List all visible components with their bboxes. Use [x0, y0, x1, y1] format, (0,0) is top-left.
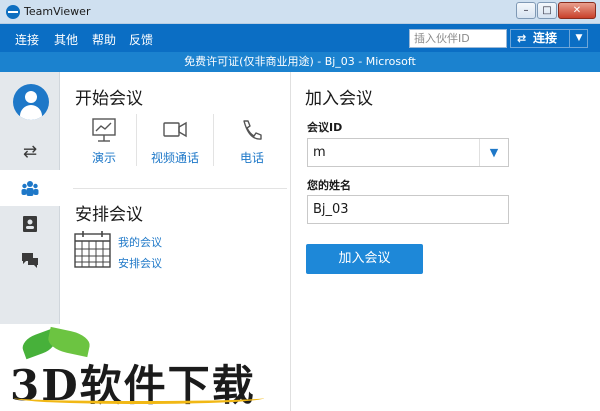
menu-connect[interactable]: 连接 — [15, 31, 39, 48]
contacts-icon[interactable] — [0, 206, 60, 242]
connect-button[interactable]: ⇄ 连接 ▼ — [510, 29, 588, 48]
phone-button[interactable]: 电话 — [221, 117, 283, 166]
schedule-meeting-title: 安排会议 — [75, 205, 143, 225]
minimize-button[interactable]: – — [516, 2, 536, 19]
meeting-icon[interactable] — [0, 170, 60, 206]
presentation-button[interactable]: 演示 — [73, 117, 135, 166]
connect-arrows-icon: ⇄ — [517, 32, 527, 45]
video-camera-icon — [163, 121, 187, 138]
divider — [213, 114, 214, 166]
meeting-id-input[interactable]: m ▼ — [307, 138, 509, 167]
menu-help[interactable]: 帮助 — [92, 31, 116, 48]
join-meeting-title: 加入会议 — [305, 89, 373, 109]
my-meetings-link[interactable]: 我的会议 — [118, 234, 162, 250]
video-call-label: 视频通话 — [150, 151, 199, 165]
license-banner: 免费许可证(仅非商业用途) - Bj_03 - Microsoft — [0, 52, 600, 72]
menu-other[interactable]: 其他 — [54, 31, 78, 48]
maximize-button[interactable]: □ — [537, 2, 557, 19]
window-title: TeamViewer — [24, 5, 91, 18]
your-name-input[interactable]: Bj_03 — [307, 195, 509, 224]
meeting-id-label: 会议ID — [307, 121, 343, 134]
chat-icon[interactable] — [0, 242, 60, 278]
connect-button-label: 连接 — [533, 31, 558, 45]
watermark-arc — [14, 392, 264, 404]
partner-id-input[interactable]: 插入伙伴ID — [409, 29, 507, 48]
phone-label: 电话 — [239, 151, 264, 165]
join-meeting-panel: 加入会议 会议ID m ▼ 您的姓名 Bj_03 加入会议 — [290, 72, 600, 411]
presentation-label: 演示 — [91, 151, 116, 165]
calendar-icon — [74, 231, 111, 268]
title-bar: TeamViewer – □ ✕ — [0, 0, 600, 24]
start-meeting-title: 开始会议 — [75, 89, 143, 109]
chevron-down-icon[interactable]: ▼ — [569, 30, 588, 47]
remote-control-icon[interactable]: ⇄ — [0, 134, 60, 170]
divider — [136, 114, 137, 166]
chat-bubbles-icon — [22, 253, 38, 268]
presentation-icon — [92, 118, 116, 142]
avatar[interactable] — [13, 84, 49, 120]
address-book-icon — [23, 216, 37, 232]
your-name-value: Bj_03 — [313, 202, 349, 217]
teamviewer-logo-icon — [6, 5, 20, 19]
join-meeting-button[interactable]: 加入会议 — [306, 244, 423, 274]
your-name-label: 您的姓名 — [307, 179, 351, 192]
meeting-people-icon — [21, 181, 39, 196]
phone-icon — [243, 120, 262, 140]
chevron-down-icon[interactable]: ▼ — [479, 139, 508, 166]
menu-feedback[interactable]: 反馈 — [129, 31, 153, 48]
section-divider — [73, 188, 287, 189]
meeting-id-value: m — [313, 145, 326, 160]
schedule-meeting-link[interactable]: 安排会议 — [118, 255, 162, 271]
video-call-button[interactable]: 视频通话 — [139, 117, 211, 166]
close-button[interactable]: ✕ — [558, 2, 596, 19]
